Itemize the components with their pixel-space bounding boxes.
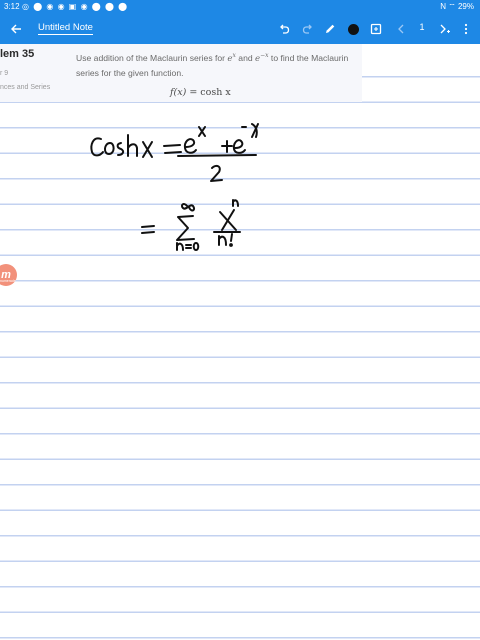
more-options-button[interactable] — [456, 19, 476, 39]
problem-title: lem 35 — [0, 48, 35, 60]
redo-icon — [302, 24, 312, 34]
problem-formula: f(x) = cosh x — [170, 87, 231, 98]
exp-x-term: ex — [227, 52, 236, 64]
redo-button[interactable] — [298, 19, 318, 39]
color-swatch-icon — [347, 23, 359, 35]
more-vertical-icon — [464, 23, 468, 35]
next-page-button[interactable] — [435, 19, 455, 39]
problem-chapter: r 9 — [0, 70, 9, 77]
battery-indicator: N ⌔ 29% — [440, 2, 474, 11]
add-image-button[interactable] — [366, 19, 386, 39]
next-page-icon — [440, 24, 450, 34]
pen-tool-button[interactable] — [320, 19, 340, 39]
chevron-left-icon — [398, 24, 404, 34]
app-bar: Untitled Note 1 — [0, 13, 480, 44]
problem-statement: Use addition of the Maclaurin series for… — [76, 52, 349, 78]
previous-page-button[interactable] — [391, 19, 411, 39]
undo-icon — [280, 24, 290, 34]
exp-neg-x-term: e−x — [255, 52, 269, 64]
page-number: 1 — [419, 22, 425, 32]
status-bar: 3:12 ◎ ⬤ ◉ ◉ ▣ ◉ ⬤ ⬤ ⬤ N ⌔ 29% — [0, 0, 480, 13]
problem-card: lem 35 r 9 nces and Series Use addition … — [0, 44, 362, 102]
arrow-left-icon — [11, 24, 21, 34]
back-button[interactable] — [6, 19, 26, 39]
image-note-icon — [370, 23, 382, 35]
undo-button[interactable] — [274, 19, 294, 39]
numerade-logo-badge[interactable]: m numerade — [0, 264, 17, 286]
pen-icon — [326, 24, 335, 33]
problem-section: nces and Series — [0, 84, 51, 91]
notification-icons: ◎ ⬤ ◉ ◉ ▣ ◉ ⬤ ⬤ ⬤ — [22, 2, 129, 11]
status-time: 3:12 — [4, 2, 20, 11]
pen-color-button[interactable] — [343, 19, 363, 39]
note-title[interactable]: Untitled Note — [38, 22, 93, 35]
note-canvas[interactable] — [0, 44, 480, 640]
